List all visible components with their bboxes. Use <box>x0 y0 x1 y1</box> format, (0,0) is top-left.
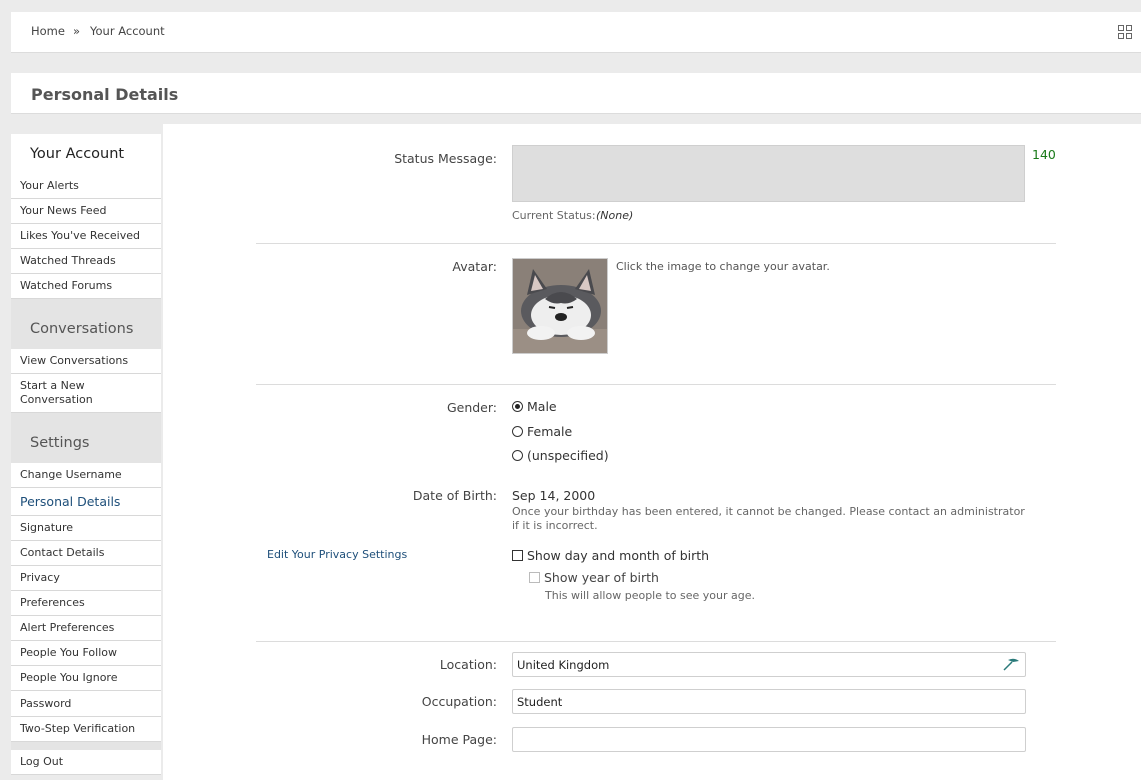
avatar-hint: Click the image to change your avatar. <box>616 260 830 273</box>
gender-option-female[interactable]: Female <box>512 424 572 439</box>
sidebar-item-watched-forums[interactable]: Watched Forums <box>11 274 161 299</box>
sidebar-item-watched-threads[interactable]: Watched Threads <box>11 249 161 274</box>
husky-avatar-image <box>513 259 607 353</box>
sidebar-item-people-you-follow[interactable]: People You Follow <box>11 641 161 666</box>
sidebar-item-preferences[interactable]: Preferences <box>11 591 161 616</box>
home-page-input[interactable] <box>512 727 1026 752</box>
page-title: Personal Details <box>31 85 179 104</box>
sidebar-item-contact-details[interactable]: Contact Details <box>11 541 161 566</box>
status-message-label: Status Message: <box>394 151 497 166</box>
dob-hint: Once your birthday has been entered, it … <box>512 505 1025 532</box>
radio-selected-icon[interactable] <box>512 401 523 412</box>
show-day-month-checkbox[interactable]: Show day and month of birth <box>512 548 709 563</box>
show-year-hint: This will allow people to see your age. <box>545 589 756 602</box>
checkbox-icon[interactable] <box>512 550 523 561</box>
sidebar-item-your-alerts[interactable]: Your Alerts <box>11 174 161 199</box>
occupation-label: Occupation: <box>421 694 497 709</box>
current-status-value: (None) <box>596 209 634 222</box>
status-character-counter: 140 <box>1032 147 1056 162</box>
gender-label: Gender: <box>446 400 497 415</box>
title-bar: Personal Details <box>11 73 1141 114</box>
divider <box>256 243 1056 244</box>
sidebar-item-password[interactable]: Password <box>11 691 161 717</box>
main-panel: Status Message: 140 Current Status: (Non… <box>163 124 1141 780</box>
sidebar: Your Account Your Alerts Your News Feed … <box>11 134 161 775</box>
radio-icon[interactable] <box>512 450 523 461</box>
status-message-input[interactable] <box>512 145 1025 202</box>
radio-icon[interactable] <box>512 426 523 437</box>
sidebar-item-personal-details[interactable]: Personal Details <box>11 488 161 516</box>
breadcrumb-separator: » <box>73 24 81 38</box>
location-pointer-icon[interactable] <box>1002 657 1020 671</box>
checkbox-icon[interactable] <box>529 572 540 583</box>
grid-icon[interactable] <box>1118 25 1132 39</box>
location-input[interactable] <box>512 652 1026 677</box>
sidebar-heading-conversations: Conversations <box>11 299 161 349</box>
sidebar-item-signature[interactable]: Signature <box>11 516 161 541</box>
sidebar-item-alert-preferences[interactable]: Alert Preferences <box>11 616 161 641</box>
sidebar-heading-settings: Settings <box>11 413 161 463</box>
sidebar-gap <box>11 742 161 750</box>
sidebar-item-start-conversation[interactable]: Start a New Conversation <box>11 374 161 413</box>
sidebar-item-change-username[interactable]: Change Username <box>11 463 161 488</box>
breadcrumb-current[interactable]: Your Account <box>90 24 165 38</box>
sidebar-item-likes[interactable]: Likes You've Received <box>11 224 161 249</box>
sidebar-item-view-conversations[interactable]: View Conversations <box>11 349 161 374</box>
divider <box>256 641 1056 642</box>
sidebar-item-log-out[interactable]: Log Out <box>11 750 161 775</box>
sidebar-item-privacy[interactable]: Privacy <box>11 566 161 591</box>
gender-option-male[interactable]: Male <box>512 399 557 414</box>
sidebar-item-two-step-verification[interactable]: Two-Step Verification <box>11 717 161 742</box>
avatar-label: Avatar: <box>452 259 497 274</box>
sidebar-heading-your-account: Your Account <box>11 134 161 174</box>
breadcrumb-bar: Home » Your Account <box>11 12 1141 53</box>
dob-label: Date of Birth: <box>412 488 497 503</box>
gender-option-unspecified[interactable]: (unspecified) <box>512 448 609 463</box>
current-status-label: Current Status: <box>512 209 596 222</box>
home-page-label: Home Page: <box>421 732 497 747</box>
occupation-input[interactable] <box>512 689 1026 714</box>
avatar[interactable] <box>512 258 608 354</box>
sidebar-item-news-feed[interactable]: Your News Feed <box>11 199 161 224</box>
show-year-checkbox[interactable]: Show year of birth <box>529 570 659 585</box>
dob-value: Sep 14, 2000 <box>512 488 596 503</box>
divider <box>256 384 1056 385</box>
location-label: Location: <box>439 657 497 672</box>
breadcrumb-home[interactable]: Home <box>31 24 65 38</box>
edit-privacy-settings-link[interactable]: Edit Your Privacy Settings <box>267 548 407 561</box>
sidebar-item-people-you-ignore[interactable]: People You Ignore <box>11 666 161 691</box>
